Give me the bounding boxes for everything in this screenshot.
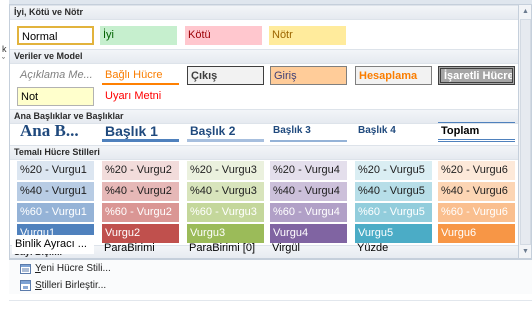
style-comma-0[interactable]: Virgül — [269, 239, 351, 258]
style-warning-text[interactable]: Uyarı Metni — [102, 87, 179, 106]
menu-label: eni Hücre Stili... — [40, 263, 111, 274]
scroll-down-arrow[interactable]: ▼ — [520, 246, 531, 257]
style-heading-4[interactable]: Başlık 4 — [355, 122, 432, 142]
new-cell-style-icon — [20, 263, 31, 274]
style-note[interactable]: Not — [17, 87, 94, 106]
style-heading-1[interactable]: Başlık 1 — [102, 122, 179, 142]
menu-accelerator: S — [35, 280, 42, 291]
style-60-accent5[interactable]: %60 - Vurgu5 — [355, 203, 432, 222]
style-good[interactable]: İyi — [100, 26, 177, 45]
style-20-accent5[interactable]: %20 - Vurgu5 — [355, 161, 432, 180]
style-neutral[interactable]: Nötr — [269, 26, 346, 45]
style-20-accent4[interactable]: %20 - Vurgu4 — [270, 161, 347, 180]
style-currency-0[interactable]: ParaBirimi [0] — [186, 239, 268, 258]
style-heading-2[interactable]: Başlık 2 — [187, 122, 264, 142]
scrollbar-thumb[interactable] — [520, 19, 531, 245]
sheet-below-area — [0, 294, 532, 331]
left-sheet-fragment: k ˇ — [0, 0, 9, 331]
section-themed-styles: Temalı Hücre Stilleri — [10, 145, 518, 160]
style-60-accent6[interactable]: %60 - Vurgu6 — [438, 203, 515, 222]
scroll-up-arrow[interactable]: ▲ — [520, 6, 531, 17]
style-linked-cell[interactable]: Bağlı Hücre — [102, 66, 179, 85]
section-data-model: Veriler ve Model — [10, 49, 518, 64]
section-good-bad-neutral: İyi, Kötü ve Nötr — [10, 5, 518, 20]
style-heading-3[interactable]: Başlık 3 — [270, 122, 347, 142]
style-20-accent6[interactable]: %20 - Vurgu6 — [438, 161, 515, 180]
sheet-fragment-mark: ˇ — [2, 56, 5, 66]
style-40-accent2[interactable]: %40 - Vurgu2 — [102, 182, 179, 201]
cell-styles-gallery: İyi, Kötü ve Nötr Normal İyi Kötü Nötr V… — [9, 4, 518, 259]
style-output[interactable]: Çıkış — [187, 66, 264, 85]
style-calculation[interactable]: Hesaplama — [355, 66, 432, 85]
cell-styles-menu: Yeni Hücre Stili... Stilleri Birleştir..… — [9, 260, 532, 294]
style-20-accent3[interactable]: %20 - Vurgu3 — [187, 161, 264, 180]
new-cell-style-menu-item[interactable]: Yeni Hücre Stili... — [9, 260, 532, 277]
style-40-accent4[interactable]: %40 - Vurgu4 — [270, 182, 347, 201]
style-40-accent6[interactable]: %40 - Vurgu6 — [438, 182, 515, 201]
style-percent[interactable]: Yüzde — [354, 239, 436, 258]
gallery-scrollbar[interactable]: ▲ ▼ — [518, 4, 532, 259]
style-bad[interactable]: Kötü — [185, 26, 262, 45]
merge-styles-menu-item[interactable]: Stilleri Birleştir... — [9, 277, 532, 294]
style-60-accent2[interactable]: %60 - Vurgu2 — [102, 203, 179, 222]
style-60-accent4[interactable]: %60 - Vurgu4 — [270, 203, 347, 222]
style-total[interactable]: Toplam — [438, 122, 515, 142]
style-40-accent3[interactable]: %40 - Vurgu3 — [187, 182, 264, 201]
style-60-accent3[interactable]: %60 - Vurgu3 — [187, 203, 264, 222]
style-input[interactable]: Giriş — [270, 66, 347, 85]
style-currency[interactable]: ParaBirimi — [101, 239, 183, 258]
style-40-accent1[interactable]: %40 - Vurgu1 — [17, 182, 94, 201]
style-title[interactable]: Ana B... — [17, 122, 94, 142]
style-comma[interactable]: Binlik Ayracı ... — [12, 235, 94, 254]
divider — [9, 300, 532, 301]
style-check-cell[interactable]: İşaretli Hücre — [438, 66, 515, 85]
style-20-accent1[interactable]: %20 - Vurgu1 — [17, 161, 94, 180]
merge-styles-icon — [20, 280, 31, 291]
style-40-accent5[interactable]: %40 - Vurgu5 — [355, 182, 432, 201]
style-explanatory[interactable]: Açıklama Me... — [17, 66, 94, 85]
sheet-fragment-text: k — [2, 44, 7, 54]
style-60-accent1[interactable]: %60 - Vurgu1 — [17, 203, 94, 222]
style-accent6[interactable]: Vurgu6 — [438, 224, 515, 243]
menu-label: tilleri Birleştir... — [41, 280, 107, 291]
style-normal[interactable]: Normal — [17, 26, 94, 45]
style-20-accent2[interactable]: %20 - Vurgu2 — [102, 161, 179, 180]
